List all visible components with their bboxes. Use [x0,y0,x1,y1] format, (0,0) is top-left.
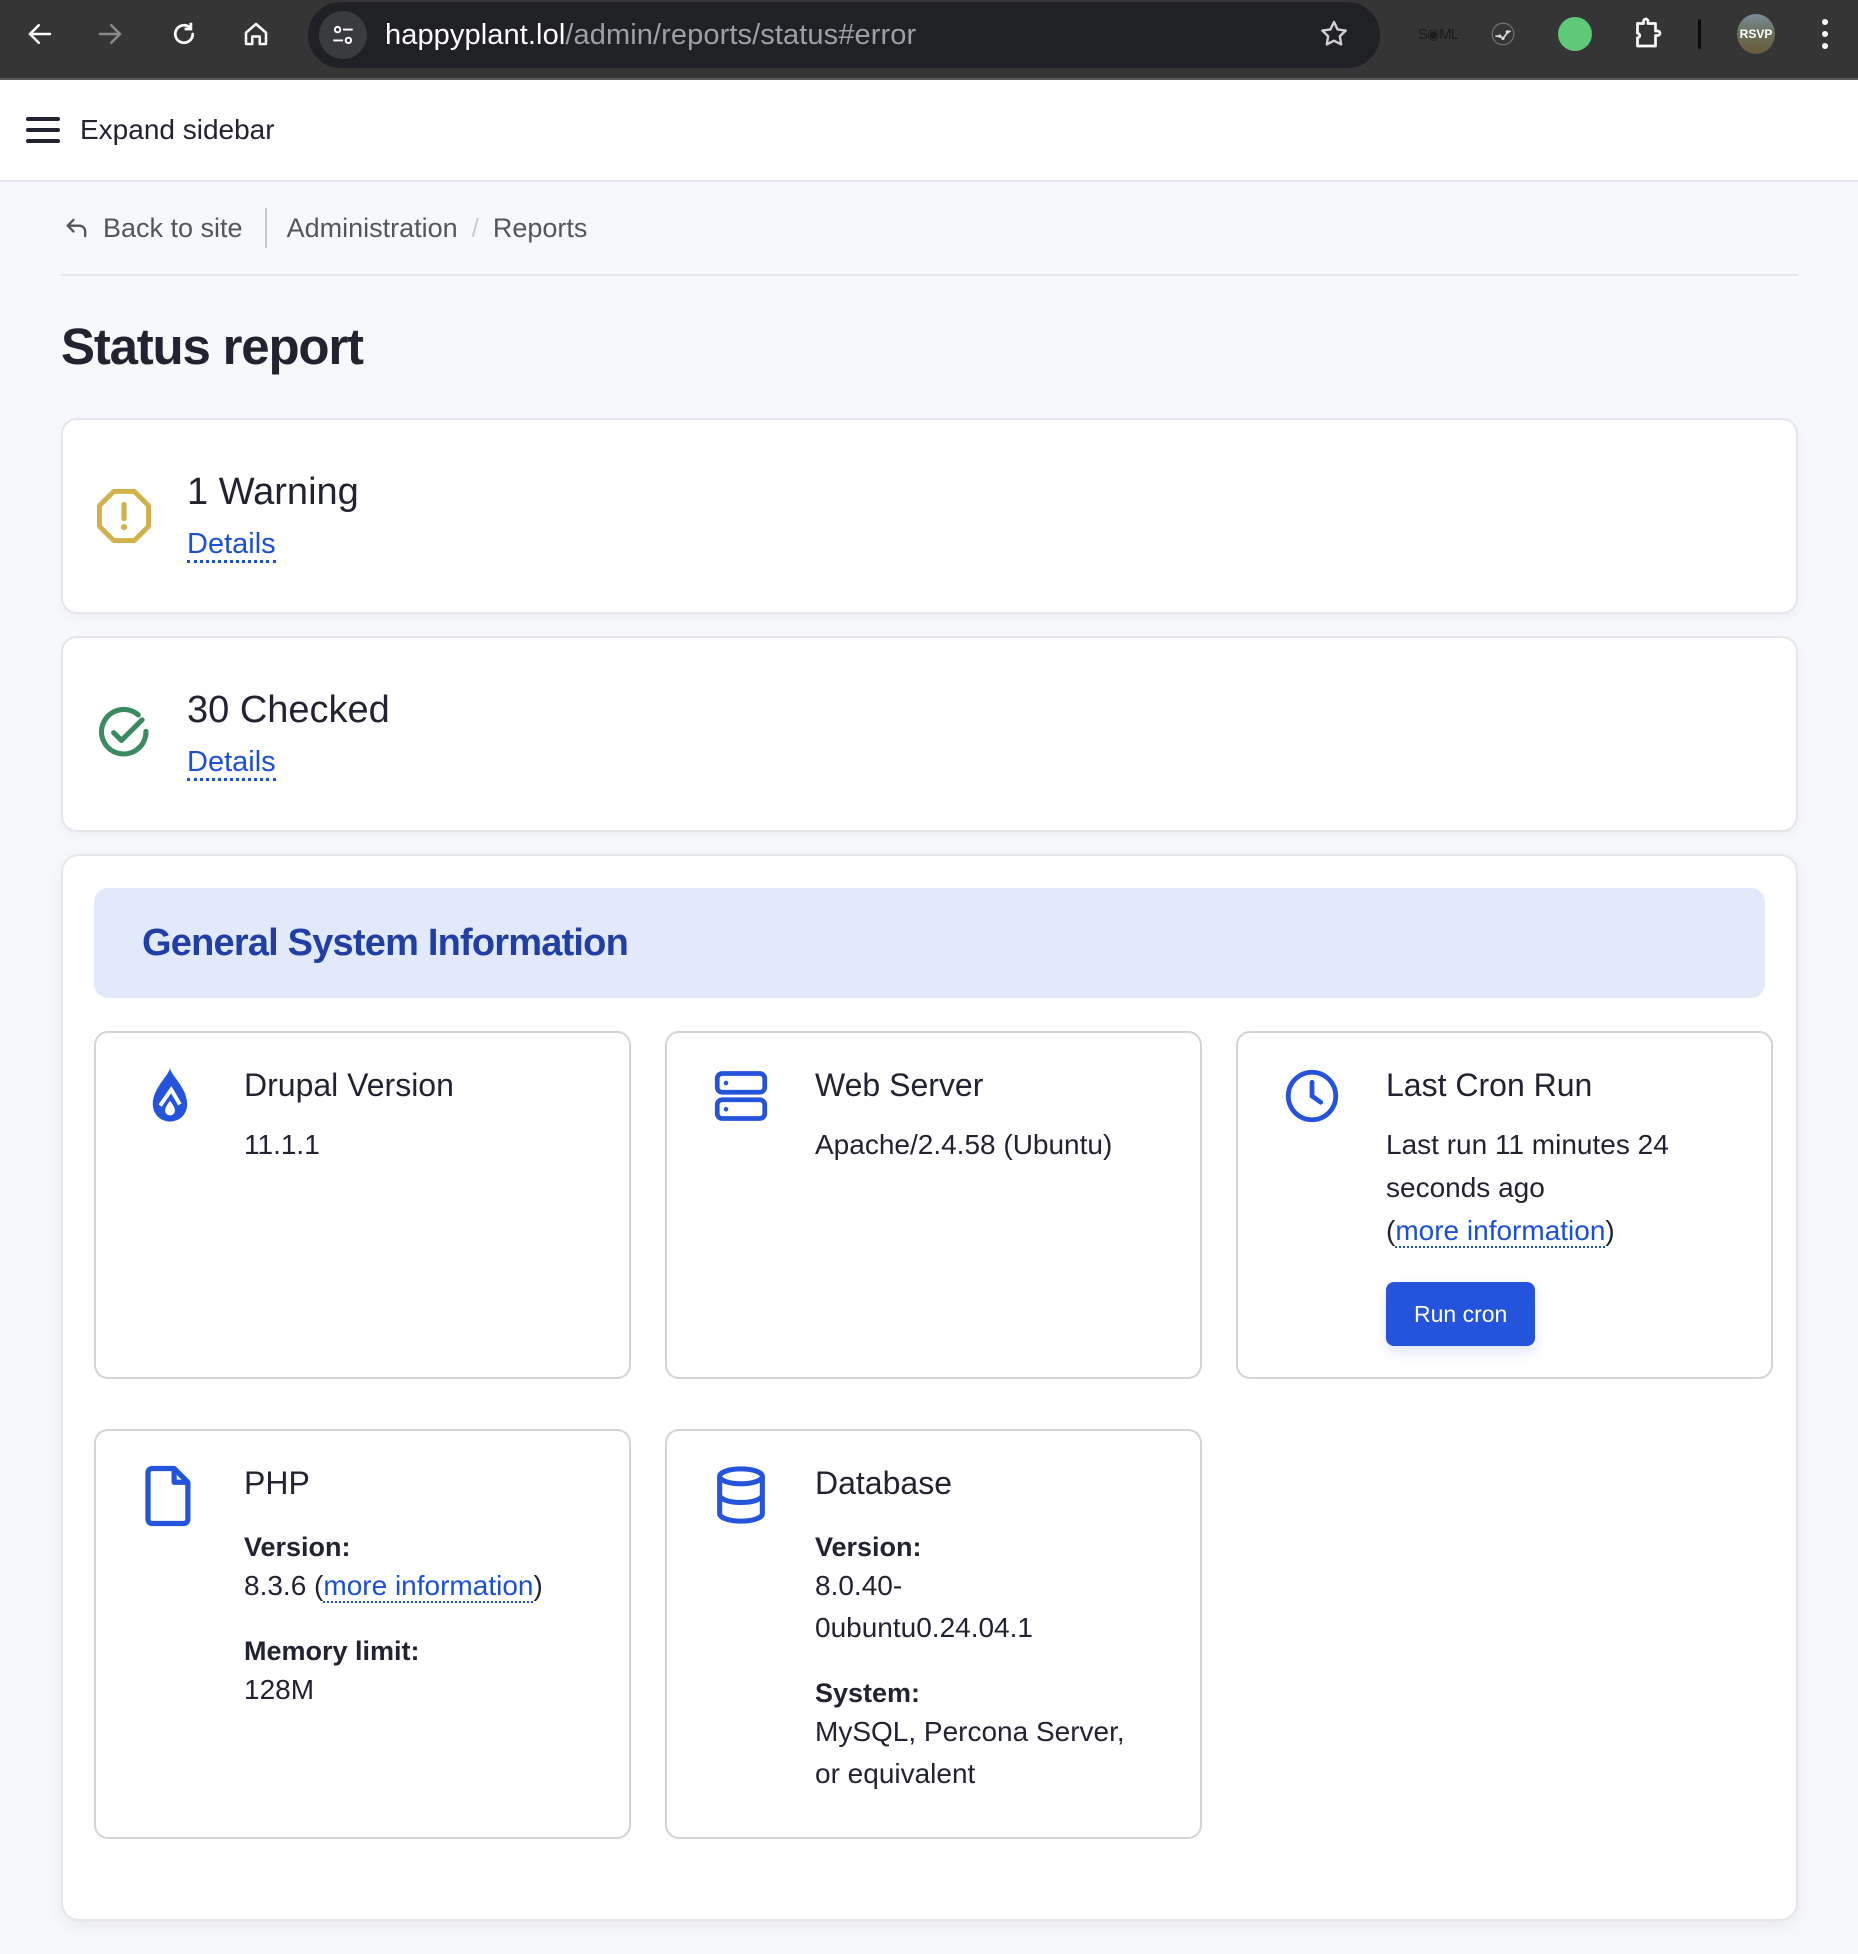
web-server-title: Web Server [815,1067,984,1103]
forward-button[interactable] [92,16,128,52]
drupal-version-card: Drupal Version 11.1.1 [94,1031,631,1379]
expand-sidebar-button[interactable]: Expand sidebar [80,114,275,146]
clock-icon [1282,1065,1342,1125]
site-info-button[interactable] [319,11,367,59]
drupal-version-title: Drupal Version [244,1067,454,1103]
breadcrumb-separator: / [471,212,479,243]
checked-count: 30 Checked [187,689,390,731]
section-header: General System Information [94,888,1765,998]
file-icon [140,1463,200,1527]
avatar: RSVP [1737,14,1775,54]
graph-extension-button[interactable] [1488,14,1518,54]
warning-count: 1 Warning [187,471,359,513]
database-system-label: System: [815,1678,921,1708]
green-circle-icon [1558,17,1592,51]
cron-more-information-link[interactable]: more information [1395,1215,1606,1248]
drupal-drop-icon [140,1065,200,1125]
check-circle-icon [93,703,155,765]
return-arrow-icon [66,218,87,238]
status-card-checked: 30 Checked Details [61,636,1798,832]
saml-lock-icon: S◉ML [1418,26,1459,43]
breadcrumb-divider [264,208,267,248]
puzzle-icon [1636,17,1662,48]
system-info-grid: Drupal Version 11.1.1 Web Server Apache/… [94,1031,1773,1839]
home-icon [244,22,268,46]
database-card: Database Version: 8.0.40-0ubuntu0.24.04.… [665,1429,1202,1839]
web-server-value: Apache/2.4.58 (Ubuntu) [815,1129,1113,1160]
php-version-label: Version: [244,1532,351,1562]
database-icon [711,1463,771,1524]
arrow-right-icon [98,24,122,44]
breadcrumb: Back to site Administration / Reports [61,182,1798,276]
saml-extension-button[interactable]: S◉ML [1416,14,1460,54]
home-button[interactable] [238,16,274,52]
hamburger-icon[interactable] [26,117,60,143]
back-to-site-link[interactable]: Back to site [63,213,243,244]
browser-toolbar: happyplant.lol/admin/reports/status#erro… [0,0,1858,80]
last-cron-run-card: Last Cron Run Last run 11 minutes 24 sec… [1236,1031,1773,1379]
page-title: Status report [61,318,364,375]
green-extension-button[interactable] [1558,14,1592,54]
checked-details-link[interactable]: Details [187,746,276,781]
more-vert-icon [1822,19,1828,49]
admin-topbar: Expand sidebar [0,80,1858,182]
warning-details-link[interactable]: Details [187,528,276,563]
drupal-version-value: 11.1.1 [244,1129,320,1160]
tune-icon [333,25,353,45]
database-title: Database [815,1465,952,1501]
web-server-card: Web Server Apache/2.4.58 (Ubuntu) [665,1031,1202,1379]
php-memory-value: 128M [244,1674,315,1705]
main-content: Back to site Administration / Reports St… [0,182,1858,1921]
url-text[interactable]: happyplant.lol/admin/reports/status#erro… [385,19,916,52]
run-cron-button[interactable]: Run cron [1386,1282,1536,1346]
profile-button[interactable]: RSVP [1737,14,1775,54]
cron-title: Last Cron Run [1386,1067,1593,1103]
php-more-information-link[interactable]: more information [323,1570,534,1603]
php-version-value: 8.3.6 (more information) [244,1570,543,1603]
bookmark-star-button[interactable] [1318,18,1350,55]
back-button[interactable] [22,16,58,52]
php-title: PHP [244,1465,310,1501]
reload-icon [173,22,195,45]
address-bar[interactable]: happyplant.lol/admin/reports/status#erro… [308,2,1380,68]
star-icon [1321,20,1347,46]
warning-octagon-icon [93,485,155,547]
server-icon [711,1065,771,1125]
breadcrumb-reports[interactable]: Reports [493,213,588,244]
section-title: General System Information [142,921,629,964]
extensions-button[interactable] [1630,14,1666,54]
general-system-information: General System Information Drupal Versio… [61,854,1798,1921]
status-card-warning: 1 Warning Details [61,418,1798,614]
database-version-label: Version: [815,1532,922,1562]
arrow-left-icon [28,24,52,44]
toolbar-divider [1698,14,1701,54]
graph-icon [1491,22,1515,46]
database-version-value: 8.0.40-0ubuntu0.24.04.1 [815,1570,1033,1643]
reload-button[interactable] [166,16,202,52]
php-memory-label: Memory limit: [244,1636,420,1666]
database-system-value: MySQL, Percona Server, or equivalent [815,1716,1125,1789]
breadcrumb-administration[interactable]: Administration [287,213,458,244]
browser-menu-button[interactable] [1822,14,1828,54]
php-card: PHP Version: 8.3.6 (more information) Me… [94,1429,631,1839]
cron-status-text: Last run 11 minutes 24 seconds ago (more… [1386,1129,1669,1248]
